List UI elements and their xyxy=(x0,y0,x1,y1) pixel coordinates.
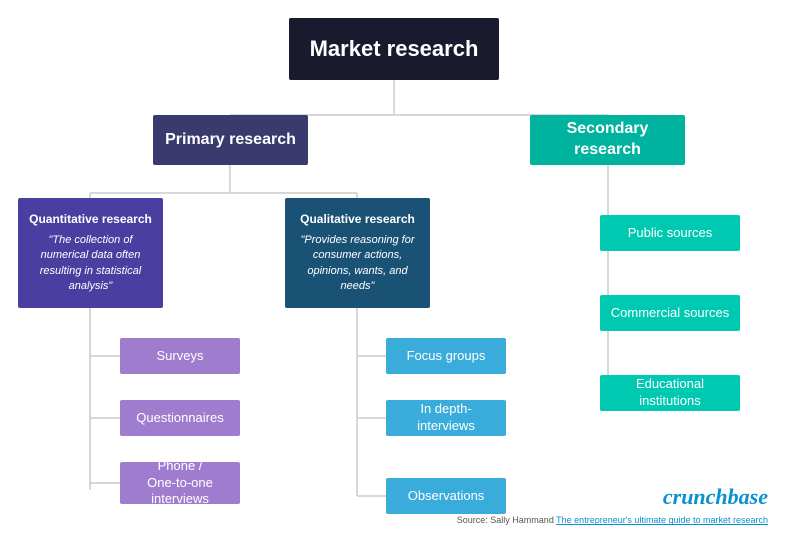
secondary-research-label: Secondary research xyxy=(540,119,675,161)
market-research-label: Market research xyxy=(310,35,479,64)
commercial-sources-label: Commercial sources xyxy=(611,305,729,322)
focus-groups-node: Focus groups xyxy=(386,338,506,374)
primary-research-node: Primary research xyxy=(153,115,308,165)
quantitative-research-node: Quantitative research "The collection of… xyxy=(18,198,163,308)
qualitative-title: Qualitative research xyxy=(293,212,422,228)
educational-institutions-node: Educational institutions xyxy=(600,375,740,411)
public-sources-label: Public sources xyxy=(628,225,713,242)
crunchbase-logo: crunchbase xyxy=(457,484,768,510)
questionnaires-node: Questionnaires xyxy=(120,400,240,436)
secondary-research-node: Secondary research xyxy=(530,115,685,165)
focus-groups-label: Focus groups xyxy=(407,348,486,365)
surveys-label: Surveys xyxy=(157,348,204,365)
source-link[interactable]: The entrepreneur's ultimate guide to mar… xyxy=(556,515,768,525)
qualitative-research-node: Qualitative research "Provides reasoning… xyxy=(285,198,430,308)
quantitative-title: Quantitative research xyxy=(26,212,155,228)
questionnaires-label: Questionnaires xyxy=(136,410,223,427)
phone-node: Phone / One-to-one interviews xyxy=(120,462,240,504)
educational-label: Educational institutions xyxy=(610,376,730,410)
quantitative-body: "The collection of numerical data often … xyxy=(40,234,142,293)
public-sources-node: Public sources xyxy=(600,215,740,251)
primary-research-label: Primary research xyxy=(165,130,296,151)
crunchbase-source: Source: Sally Hammand The entrepreneur's… xyxy=(457,514,768,527)
indepth-interviews-node: In depth-interviews xyxy=(386,400,506,436)
indepth-label: In depth-interviews xyxy=(396,401,496,435)
surveys-node: Surveys xyxy=(120,338,240,374)
qualitative-body: "Provides reasoning for consumer actions… xyxy=(301,234,415,293)
phone-label: Phone / One-to-one interviews xyxy=(130,458,230,509)
diagram: Market research Primary research Seconda… xyxy=(0,0,788,547)
commercial-sources-node: Commercial sources xyxy=(600,295,740,331)
market-research-node: Market research xyxy=(289,18,499,80)
crunchbase-branding: crunchbase Source: Sally Hammand The ent… xyxy=(457,484,768,527)
source-text: Source: Sally Hammand xyxy=(457,515,554,525)
